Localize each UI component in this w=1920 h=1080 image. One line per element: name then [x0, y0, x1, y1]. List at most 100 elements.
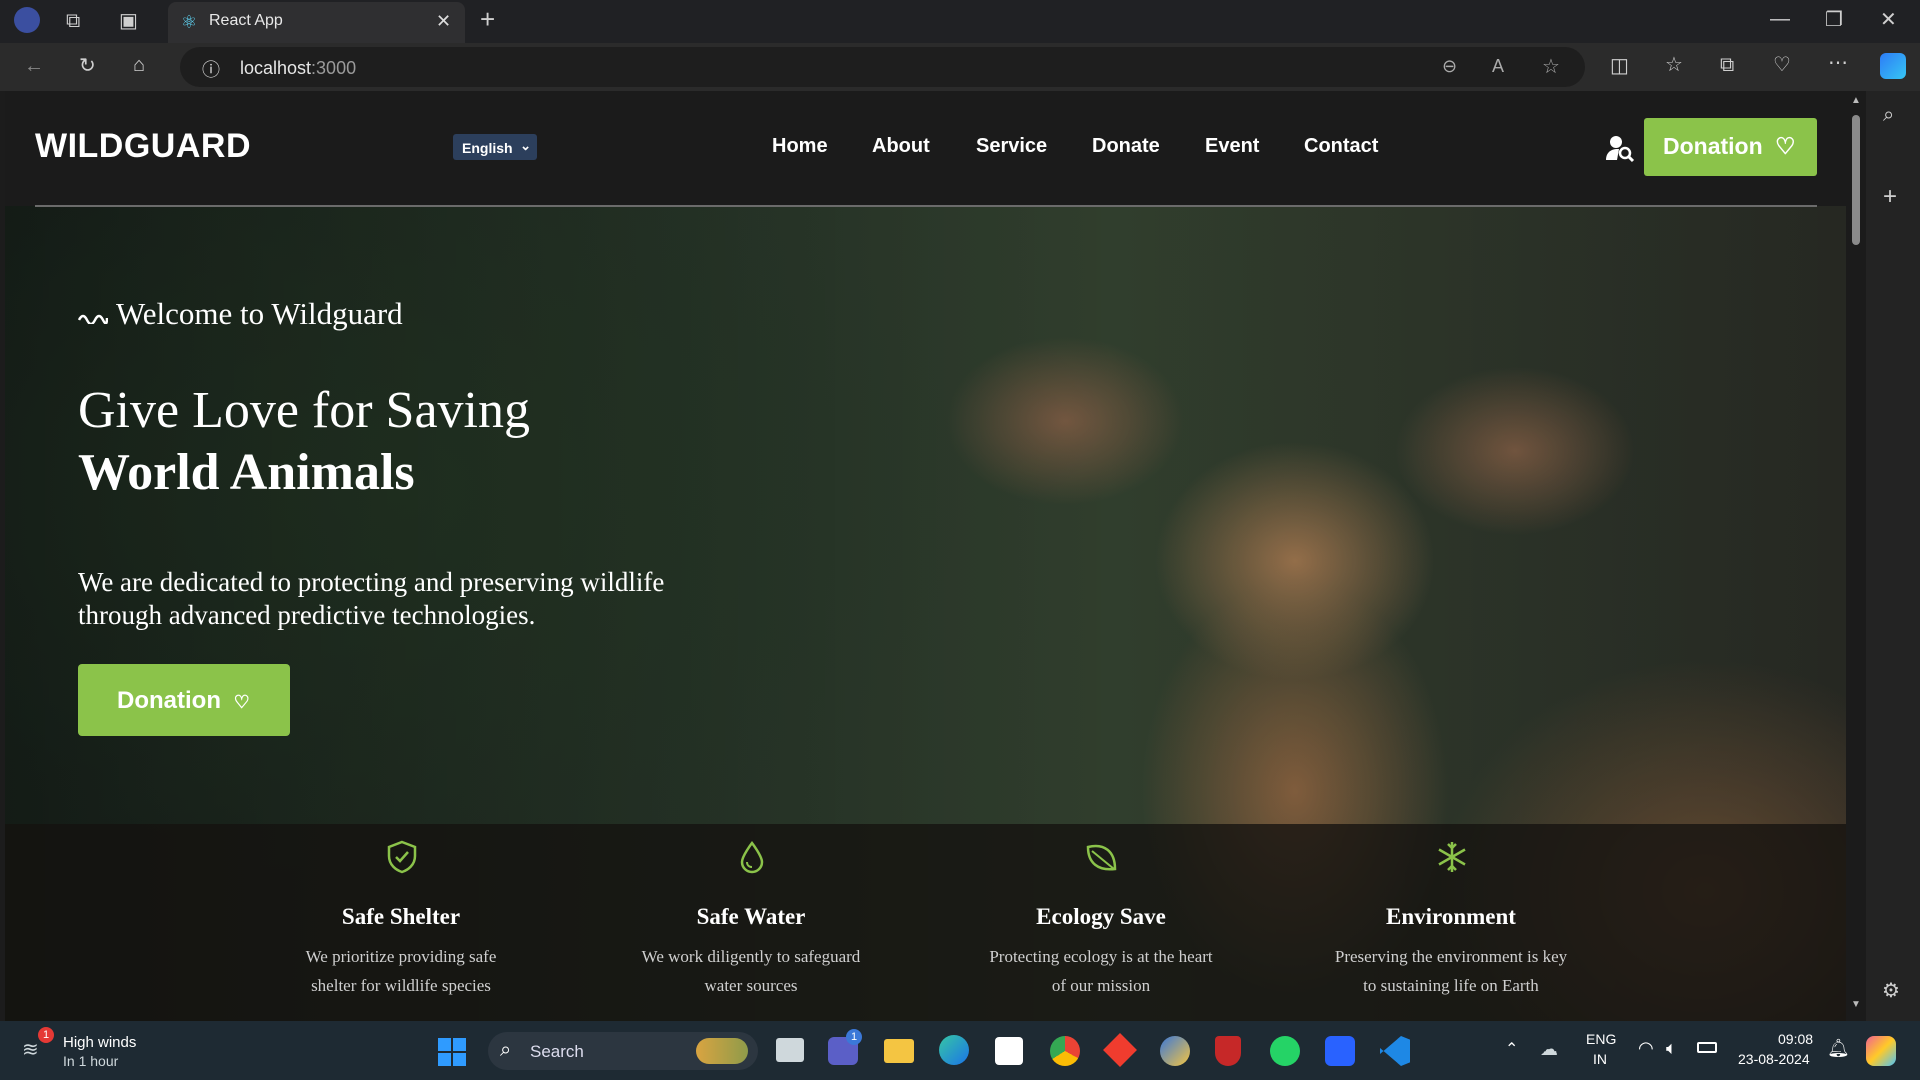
- welcome-tagline: Welcome to Wildguard: [78, 296, 403, 332]
- web-page: WILDGUARD English ⌄ Home About Service D…: [5, 91, 1846, 1021]
- whatsapp-icon[interactable]: [1270, 1036, 1300, 1066]
- restore-icon[interactable]: ❐: [1825, 10, 1843, 30]
- vertical-tabs-icon[interactable]: ▣: [119, 11, 138, 31]
- hero-donation-button[interactable]: Donation ♡: [78, 664, 290, 736]
- navbar-divider: [35, 205, 1817, 207]
- search-highlight-icon: [696, 1038, 748, 1064]
- language-indicator-line1[interactable]: ENG: [1586, 1031, 1616, 1047]
- collections-icon[interactable]: ⧉: [1720, 55, 1734, 75]
- favorite-star-icon[interactable]: ☆: [1542, 54, 1560, 79]
- scroll-up-icon[interactable]: ▲: [1851, 95, 1861, 106]
- site-navbar: WILDGUARD English ⌄ Home About Service D…: [5, 91, 1846, 206]
- leaf-icon: [1086, 844, 1117, 871]
- close-window-icon[interactable]: ✕: [1880, 10, 1897, 30]
- copilot-icon[interactable]: [1880, 53, 1906, 79]
- split-screen-icon[interactable]: ◫: [1610, 56, 1629, 76]
- feature-description: We prioritize providing safe shelter for …: [305, 947, 497, 995]
- windows-start-icon[interactable]: [438, 1038, 466, 1066]
- git-app-icon[interactable]: [1103, 1033, 1137, 1067]
- site-info-icon[interactable]: ⓘ: [202, 56, 220, 82]
- scrollbar-thumb[interactable]: [1852, 115, 1860, 245]
- snowflake-icon: [1438, 842, 1466, 872]
- weather-widget[interactable]: ≋ 1 High winds In 1 hour: [22, 1027, 162, 1073]
- url-text: localhost:3000: [240, 58, 357, 78]
- language-value: English: [462, 140, 513, 156]
- nav-link-contact[interactable]: Contact: [1304, 135, 1378, 158]
- weather-title: High winds: [63, 1034, 137, 1051]
- nav-link-donate[interactable]: Donate: [1092, 135, 1160, 158]
- refresh-icon[interactable]: ↻: [79, 56, 96, 76]
- more-menu-icon[interactable]: ⋯: [1828, 53, 1848, 73]
- feature-title: Safe Water: [696, 904, 806, 929]
- features-band: Safe Shelter We prioritize providing saf…: [5, 824, 1846, 1021]
- donation-button[interactable]: Donation ♡: [1644, 118, 1817, 176]
- file-explorer-icon[interactable]: [884, 1039, 914, 1063]
- clock-date[interactable]: 23-08-2024: [1738, 1051, 1810, 1067]
- chevron-down-icon: ⌄: [520, 138, 531, 153]
- sidebar-settings-icon[interactable]: ⚙: [1882, 981, 1900, 1001]
- weather-subtitle: In 1 hour: [63, 1053, 119, 1069]
- shield-check-icon: [387, 840, 417, 874]
- search-label: Search: [530, 1042, 584, 1061]
- volume-icon[interactable]: 🔈︎: [1666, 1038, 1677, 1059]
- hero-headline-line2: World Animals: [78, 444, 415, 501]
- onedrive-icon[interactable]: ☁: [1540, 1039, 1558, 1060]
- battery-icon[interactable]: [1697, 1042, 1717, 1053]
- antivirus-icon[interactable]: [1215, 1036, 1241, 1066]
- zoom-icon[interactable]: ⊖: [1442, 56, 1457, 77]
- back-icon[interactable]: ←: [24, 56, 44, 76]
- vscode-icon[interactable]: [1380, 1036, 1410, 1066]
- new-tab-icon[interactable]: +: [480, 6, 495, 32]
- wind-icon: ≋: [22, 1039, 39, 1061]
- taskbar-search-box[interactable]: ⌕ Search: [488, 1032, 758, 1070]
- python-app-icon[interactable]: [1160, 1036, 1190, 1066]
- teams-badge: 1: [846, 1029, 862, 1045]
- wave-icon: [78, 314, 108, 324]
- favorites-icon[interactable]: ☆: [1665, 55, 1683, 75]
- feature-title: Environment: [1386, 904, 1516, 929]
- chrome-icon[interactable]: [1050, 1036, 1080, 1066]
- read-aloud-icon[interactable]: A: [1492, 56, 1504, 77]
- microsoft-store-icon[interactable]: [995, 1037, 1023, 1065]
- browser-toolbar: ← ↻ ⌂ ⓘ localhost:3000 ⊖ A ☆ ◫ ☆ ⧉ ♡ ⋯: [0, 43, 1920, 91]
- sidebar-add-icon[interactable]: +: [1883, 185, 1897, 209]
- page-scrollbar[interactable]: ▲ ▼: [1846, 91, 1866, 1021]
- user-search-icon[interactable]: [1605, 133, 1635, 163]
- site-logo[interactable]: WILDGUARD: [35, 127, 251, 166]
- sidebar-search-icon[interactable]: ⌕: [1883, 105, 1894, 125]
- task-view-icon[interactable]: [776, 1038, 804, 1062]
- minimize-icon[interactable]: —: [1770, 9, 1790, 29]
- nav-link-about[interactable]: About: [872, 135, 930, 158]
- show-hidden-icons-icon[interactable]: ⌃: [1505, 1039, 1518, 1059]
- feature-title: Safe Shelter: [341, 904, 461, 929]
- weather-badge: 1: [38, 1027, 54, 1043]
- welcome-text: Welcome to Wildguard: [116, 296, 403, 331]
- copilot-taskbar-icon[interactable]: [1866, 1036, 1896, 1066]
- notification-bell-icon[interactable]: 🔔︎: [1827, 1038, 1850, 1059]
- nav-link-event[interactable]: Event: [1205, 135, 1259, 158]
- close-tab-icon[interactable]: ✕: [436, 11, 451, 32]
- address-bar[interactable]: ⓘ localhost:3000 ⊖ A ☆: [180, 47, 1585, 87]
- language-select[interactable]: English ⌄: [453, 134, 537, 160]
- profile-avatar[interactable]: [14, 7, 40, 33]
- language-indicator-line2[interactable]: IN: [1593, 1051, 1607, 1067]
- hero-donation-label: Donation: [117, 687, 221, 714]
- home-icon[interactable]: ⌂: [133, 55, 145, 75]
- feature-title: Ecology Save: [1036, 904, 1166, 929]
- wifi-icon[interactable]: ◠: [1638, 1038, 1654, 1059]
- workspaces-icon[interactable]: ⧉: [66, 11, 80, 31]
- scroll-down-icon[interactable]: ▼: [1851, 999, 1861, 1010]
- heart-icon: ♡: [1775, 133, 1796, 159]
- hashnode-icon[interactable]: [1325, 1036, 1355, 1066]
- browser-essentials-icon[interactable]: ♡: [1773, 55, 1791, 75]
- react-logo-icon: ⚛: [181, 12, 198, 32]
- feature-description: We work diligently to safeguard water sou…: [641, 947, 861, 995]
- search-icon: ⌕: [500, 1039, 512, 1061]
- clock-time[interactable]: 09:08: [1778, 1031, 1813, 1047]
- nav-link-service[interactable]: Service: [976, 135, 1047, 158]
- edge-browser-icon[interactable]: [939, 1035, 969, 1065]
- hero-description: We are dedicated to protecting and prese…: [78, 567, 665, 630]
- donation-button-label: Donation: [1663, 133, 1763, 159]
- browser-tab[interactable]: ⚛ React App ✕: [168, 2, 465, 43]
- nav-link-home[interactable]: Home: [772, 135, 828, 158]
